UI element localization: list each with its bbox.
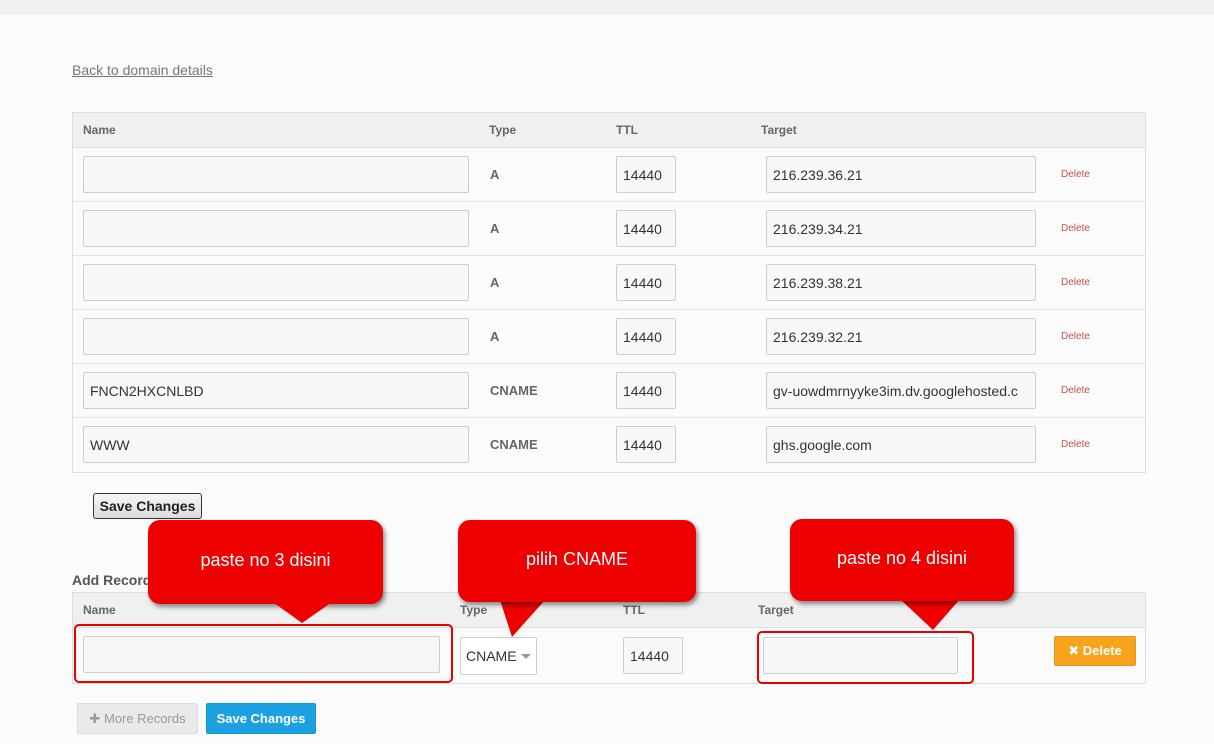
callout-tail-2 (500, 600, 545, 637)
callout-tail-1 (270, 600, 335, 623)
callout-text: pilih CNAME (525, 549, 629, 569)
callout-pilih-cname: pilih CNAME (458, 520, 696, 602)
callout-tails (270, 599, 960, 637)
callout-tail-3 (900, 599, 960, 630)
callout-paste-no-4: paste no 4 disini (790, 519, 1014, 601)
callout-text: paste no 4 disini (836, 548, 968, 568)
